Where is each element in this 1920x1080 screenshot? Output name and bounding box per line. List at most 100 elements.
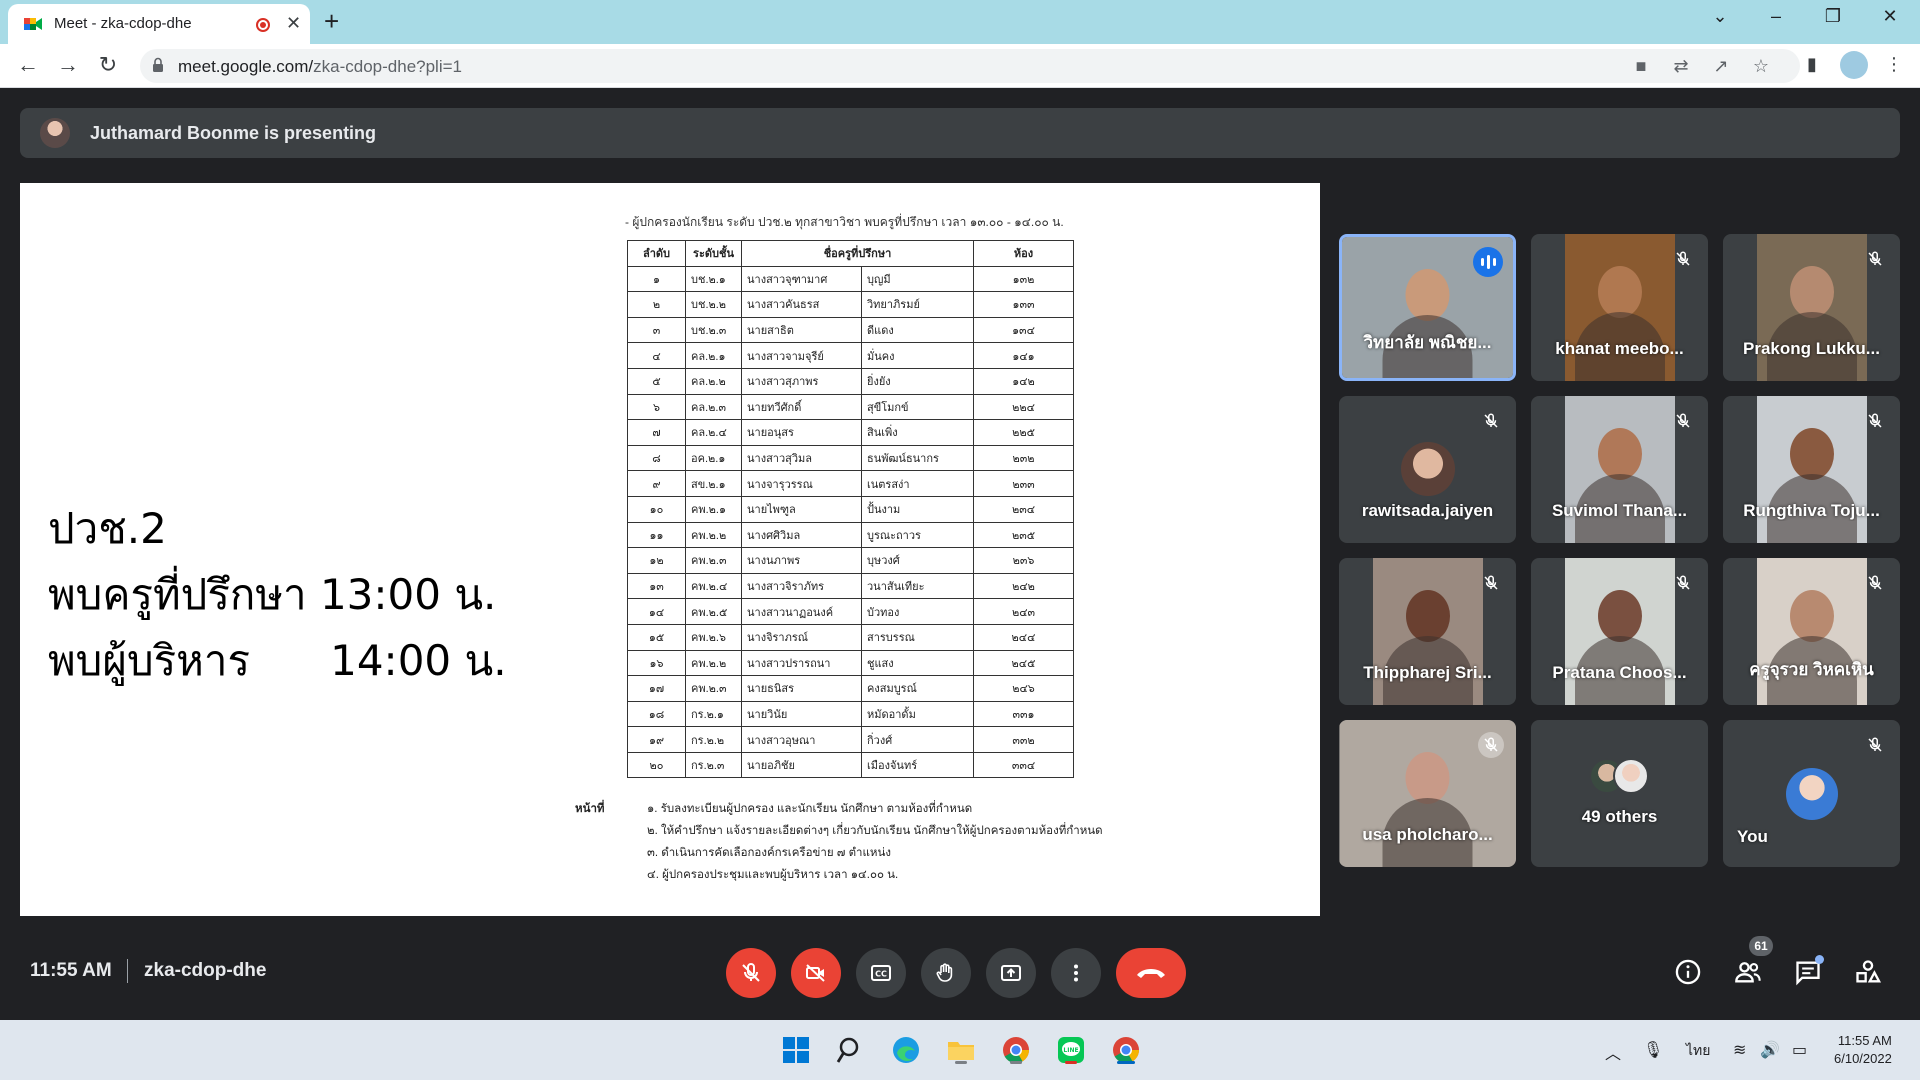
participant-name: Thippharej Sri... bbox=[1363, 663, 1492, 682]
more-options-button[interactable] bbox=[1051, 948, 1101, 998]
table-cell: หมัดอาดั้ม bbox=[861, 700, 974, 728]
table-cell: นางสาวสุวิมล bbox=[741, 444, 862, 472]
side-panel-icon[interactable]: ▮ bbox=[1800, 54, 1824, 78]
participant-tile[interactable]: khanat meebo... bbox=[1531, 234, 1708, 381]
muted-icon bbox=[1670, 408, 1696, 434]
table-cell: นายอนุสร bbox=[741, 419, 862, 446]
browser-tab[interactable]: Meet - zka-cdop-dhe ✕ bbox=[8, 4, 310, 44]
participant-tile[interactable]: วิทยาลัย พณิชย... bbox=[1339, 234, 1516, 381]
table-cell: นายอภิชัย bbox=[741, 751, 862, 779]
battery-icon[interactable]: ▭ bbox=[1792, 1040, 1807, 1060]
hang-up-icon bbox=[1137, 969, 1165, 978]
camera-off-button[interactable] bbox=[791, 948, 841, 998]
table-cell: คพ.๒.๖ bbox=[685, 623, 742, 651]
new-tab-icon[interactable]: + bbox=[324, 6, 339, 37]
taskbar-file-explorer[interactable] bbox=[943, 1032, 979, 1068]
translate-icon[interactable]: ⇄ bbox=[1670, 56, 1692, 78]
start-button[interactable] bbox=[778, 1032, 814, 1068]
table-cell: นางสาวจามจุรีย์ bbox=[741, 342, 862, 369]
participant-tile[interactable]: Thippharej Sri... bbox=[1339, 558, 1516, 705]
profile-avatar[interactable] bbox=[1840, 51, 1868, 79]
document-notes: หน้าที่ ๑. รับลงทะเบียนผู้ปกครอง และนักเร… bbox=[575, 798, 1135, 886]
participant-name: ครูจุรวย วิหคเหิน bbox=[1749, 660, 1874, 679]
wifi-icon[interactable]: ≋ bbox=[1733, 1040, 1746, 1060]
table-cell: ๑๖ bbox=[627, 649, 686, 677]
microphone-tray-icon[interactable]: 🎙 bbox=[1643, 1040, 1663, 1060]
end-call-button[interactable] bbox=[1116, 948, 1186, 998]
participant-tile[interactable]: usa pholcharo... bbox=[1339, 720, 1516, 867]
minimize-icon[interactable]: – bbox=[1756, 6, 1796, 27]
camera-icon[interactable]: ■ bbox=[1630, 56, 1652, 78]
show-hidden-icons[interactable]: ︿ bbox=[1605, 1040, 1621, 1064]
browser-toolbar: ← → ↻ meet.google.com/zka-cdop-dhe?pli=1… bbox=[0, 44, 1920, 88]
volume-icon[interactable]: 🔊 bbox=[1760, 1040, 1780, 1060]
table-cell: กร.๒.๓ bbox=[685, 751, 742, 779]
participant-tile[interactable]: ครูจุรวย วิหคเหิน bbox=[1723, 558, 1900, 705]
table-cell: ๓๓๒ bbox=[973, 726, 1074, 753]
system-clock[interactable]: 11:55 AM 6/10/2022 bbox=[1834, 1032, 1892, 1068]
raise-hand-button[interactable] bbox=[921, 948, 971, 998]
share-icon[interactable]: ↗ bbox=[1710, 56, 1732, 78]
table-row: ๑๔ คพ.๒.๕ นางสาวนาฏอนงค์ บัวทอง ๒๔๓ bbox=[627, 598, 1074, 625]
close-tab-icon[interactable]: ✕ bbox=[286, 13, 301, 34]
table-cell: ๑๐ bbox=[627, 495, 686, 523]
document-header: - ผู้ปกครองนักเรียน ระดับ ปวช.๒ ทุกสาขาว… bbox=[625, 215, 1064, 229]
reload-icon[interactable]: ↻ bbox=[94, 52, 122, 78]
system-date: 6/10/2022 bbox=[1834, 1051, 1892, 1066]
table-row: ๗คล.๒.๔ นายอนุสร สินเพิ่ง ๒๒๕ bbox=[627, 419, 1074, 446]
table-cell: นางจารุวรรณ bbox=[741, 470, 862, 497]
bookmark-star-icon[interactable]: ☆ bbox=[1750, 56, 1772, 78]
participant-tile[interactable]: Pratana Choos... bbox=[1531, 558, 1708, 705]
back-icon[interactable]: ← bbox=[14, 52, 42, 78]
table-row: ๔คล.๒.๑ นางสาวจามจุรีย์ มั่นคง ๑๔๑ bbox=[627, 342, 1074, 369]
presenting-banner: Juthamard Boonme is presenting bbox=[20, 108, 1900, 158]
participant-name: Suvimol Thana... bbox=[1551, 501, 1688, 520]
table-row: ๒๐ กร.๒.๓ นายอภิชัย เมืองจันทร์ ๓๓๔ bbox=[627, 751, 1074, 779]
table-cell: นางสาวจุฑามาศ bbox=[741, 265, 862, 293]
taskbar-chrome-2[interactable] bbox=[1108, 1032, 1144, 1068]
participant-tile[interactable]: You bbox=[1723, 720, 1900, 867]
scanned-document: - ผู้ปกครองนักเรียน ระดับ ปวช.๒ ทุกสาขาว… bbox=[575, 213, 1135, 886]
captions-button[interactable]: CC bbox=[856, 948, 906, 998]
meeting-details-button[interactable] bbox=[1670, 954, 1706, 990]
divider bbox=[127, 959, 128, 983]
participant-name: Rungthiva Toju... bbox=[1743, 501, 1880, 520]
mic-off-icon bbox=[742, 962, 760, 982]
note-item: ๔. ผู้ปกครองประชุมและพบผู้บริหาร เวลา ๑๔… bbox=[647, 869, 899, 882]
menu-dots-icon[interactable]: ⋮ bbox=[1882, 54, 1906, 78]
taskbar-chrome-1[interactable] bbox=[998, 1032, 1034, 1068]
column-header: ห้อง bbox=[973, 240, 1074, 267]
participant-tile[interactable]: Rungthiva Toju... bbox=[1723, 396, 1900, 543]
taskbar-line[interactable]: LINE bbox=[1053, 1032, 1089, 1068]
table-cell: ธนพัฒน์ธนากร bbox=[861, 444, 974, 472]
table-cell: ๑ bbox=[627, 265, 686, 293]
microphone-off-button[interactable] bbox=[726, 948, 776, 998]
table-cell: ๓๓๑ bbox=[973, 700, 1074, 728]
closed-captions-icon: CC bbox=[871, 965, 891, 981]
present-screen-button[interactable] bbox=[986, 948, 1036, 998]
search-button[interactable] bbox=[833, 1032, 869, 1068]
input-language[interactable]: ไทย bbox=[1686, 1040, 1710, 1062]
table-cell: คพ.๒.๒ bbox=[685, 649, 742, 677]
address-bar[interactable]: meet.google.com/zka-cdop-dhe?pli=1 ■ ⇄ ↗… bbox=[140, 49, 1800, 83]
table-cell: ๑๓ bbox=[627, 572, 686, 600]
taskbar-edge[interactable] bbox=[888, 1032, 924, 1068]
participant-tile[interactable]: 49 others bbox=[1531, 720, 1708, 867]
table-cell: บช.๒.๒ bbox=[685, 291, 742, 318]
activities-button[interactable] bbox=[1850, 954, 1886, 990]
table-cell: ชูแสง bbox=[861, 649, 974, 677]
participant-tile[interactable]: Prakong Lukku... bbox=[1723, 234, 1900, 381]
table-cell: นายทวีศักดิ์ bbox=[741, 393, 862, 421]
others-avatars bbox=[1589, 758, 1659, 798]
close-window-icon[interactable]: ✕ bbox=[1870, 6, 1910, 27]
table-cell: ๔ bbox=[627, 342, 686, 369]
participant-name: Pratana Choos... bbox=[1552, 663, 1687, 682]
participant-tile[interactable]: rawitsada.jaiyen bbox=[1339, 396, 1516, 543]
restore-icon[interactable]: ❐ bbox=[1813, 6, 1853, 27]
participant-tile[interactable]: Suvimol Thana... bbox=[1531, 396, 1708, 543]
people-button[interactable] bbox=[1730, 954, 1766, 990]
participant-name: วิทยาลัย พณิชย... bbox=[1363, 333, 1492, 352]
forward-icon[interactable]: → bbox=[54, 52, 82, 78]
table-row: ๑บช.๒.๑ นางสาวจุฑามาศ บุญมี ๑๓๒ bbox=[627, 265, 1074, 293]
tab-search-icon[interactable]: ⌄ bbox=[1700, 6, 1740, 27]
